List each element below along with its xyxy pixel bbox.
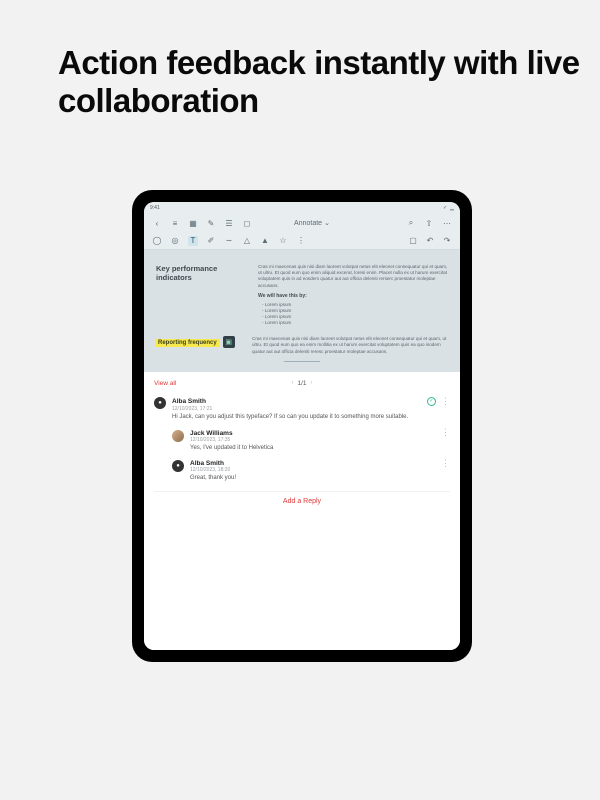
redo-icon[interactable]: ↷: [442, 236, 452, 246]
undo-icon[interactable]: ↶: [425, 236, 435, 246]
annotate-list-icon[interactable]: ☰: [224, 218, 234, 228]
chevron-down-icon: ⌄: [324, 219, 330, 227]
comment-text: Great, thank you!: [190, 475, 450, 483]
avatar: ●: [172, 460, 184, 472]
search-icon[interactable]: ⌕: [406, 218, 416, 228]
section-heading: Key performance indicators: [156, 264, 244, 326]
text-tool-icon[interactable]: T: [188, 236, 198, 246]
freehand-icon[interactable]: ∼: [224, 236, 234, 246]
next-comment-icon[interactable]: ›: [311, 380, 313, 386]
comment-item: ● Alba Smith ⋮ 12/10/2023, 18:20 Great, …: [172, 456, 450, 487]
edit-icon[interactable]: ✎: [206, 218, 216, 228]
share-icon[interactable]: ⇧: [424, 218, 434, 228]
status-indicators: ✓ ▁: [443, 205, 454, 211]
comment-item: ● Alba Smith ✓ ⋮ 12/10/2023, 17:21 Hi Ja…: [154, 393, 450, 426]
paragraph-text: Cras mi maecenas quis nisi diam laoreet …: [258, 264, 447, 288]
comment-author: Alba Smith: [172, 398, 206, 405]
warning-icon[interactable]: △: [242, 236, 252, 246]
wifi-icon: ✓: [443, 205, 447, 211]
marker-icon[interactable]: ◎: [170, 236, 180, 246]
screen: 9:41 ✓ ▁ ‹ ≡ ▦ ✎ ☰ ◻ Annotate ⌄ ⌕ ⇧ ⋯: [144, 202, 460, 650]
highlighted-text[interactable]: Reporting frequency: [156, 339, 219, 347]
mode-label: Annotate: [294, 220, 322, 227]
options-icon[interactable]: ⋮: [296, 236, 306, 246]
triangle-icon[interactable]: ▲: [260, 236, 270, 246]
star-icon[interactable]: ☆: [278, 236, 288, 246]
annotation-toolbar: ◯ ◎ T ✐ ∼ △ ▲ ☆ ⋮ ▢ ↶ ↷: [144, 232, 460, 250]
comment-date: 12/10/2023, 17:21: [172, 406, 450, 412]
paragraph-text: Cras mi maecenas quis nisi diam laoreet …: [252, 336, 448, 355]
comments-panel: View all ‹ 1/1 › ● Alba Smith ✓ ⋮: [144, 372, 460, 650]
thumbnails-icon[interactable]: ▦: [188, 218, 198, 228]
document-viewport[interactable]: Key performance indicators Cras mi maece…: [144, 250, 460, 372]
avatar: [172, 430, 184, 442]
bookmark-icon[interactable]: ◻: [242, 218, 252, 228]
section-body: Cras mi maecenas quis nisi diam laoreet …: [258, 264, 448, 326]
section-divider: [284, 361, 320, 362]
prev-comment-icon[interactable]: ‹: [291, 380, 293, 386]
pager-label: 1/1: [297, 380, 306, 387]
view-all-link[interactable]: View all: [154, 380, 176, 387]
add-reply-button[interactable]: Add a Reply: [154, 491, 450, 507]
outline-icon[interactable]: ≡: [170, 218, 180, 228]
status-bar: 9:41 ✓ ▁: [144, 202, 460, 214]
comment-author: Jack Williams: [190, 430, 233, 437]
comment-indicator-icon[interactable]: ▣: [223, 336, 235, 348]
comment-more-icon[interactable]: ⋮: [441, 462, 450, 466]
tablet-device-frame: 9:41 ✓ ▁ ‹ ≡ ▦ ✎ ☰ ◻ Annotate ⌄ ⌕ ⇧ ⋯: [132, 190, 472, 662]
primary-toolbar: ‹ ≡ ▦ ✎ ☰ ◻ Annotate ⌄ ⌕ ⇧ ⋯: [144, 214, 460, 232]
comment-more-icon[interactable]: ⋮: [441, 431, 450, 435]
resolve-icon[interactable]: ✓: [427, 397, 436, 406]
back-icon[interactable]: ‹: [152, 218, 162, 228]
comment-pager: ‹ 1/1 ›: [291, 380, 312, 387]
mode-dropdown[interactable]: Annotate ⌄: [294, 219, 330, 227]
marketing-headline: Action feedback instantly with live coll…: [58, 44, 600, 120]
comment-text: Hi Jack, can you adjust this typeface? I…: [172, 414, 450, 422]
subheading: We will have this by:: [258, 293, 448, 300]
status-time: 9:41: [150, 205, 160, 211]
comment-text: Yes, I've updated it to Helvetica: [190, 445, 450, 453]
battery-icon: ▁: [450, 205, 454, 211]
comment-date: 12/10/2023, 17:35: [190, 437, 450, 443]
pen-icon[interactable]: ✐: [206, 236, 216, 246]
comment-author: Alba Smith: [190, 460, 224, 467]
bullet-item: - Lorem ipsum: [262, 320, 448, 326]
comment-item: Jack Williams ⋮ 12/10/2023, 17:35 Yes, I…: [172, 426, 450, 457]
page-icon[interactable]: ▢: [408, 236, 418, 246]
highlighter-icon[interactable]: ◯: [152, 236, 162, 246]
avatar: ●: [154, 397, 166, 409]
more-icon[interactable]: ⋯: [442, 218, 452, 228]
comment-more-icon[interactable]: ⋮: [441, 400, 450, 404]
comment-date: 12/10/2023, 18:20: [190, 467, 450, 473]
